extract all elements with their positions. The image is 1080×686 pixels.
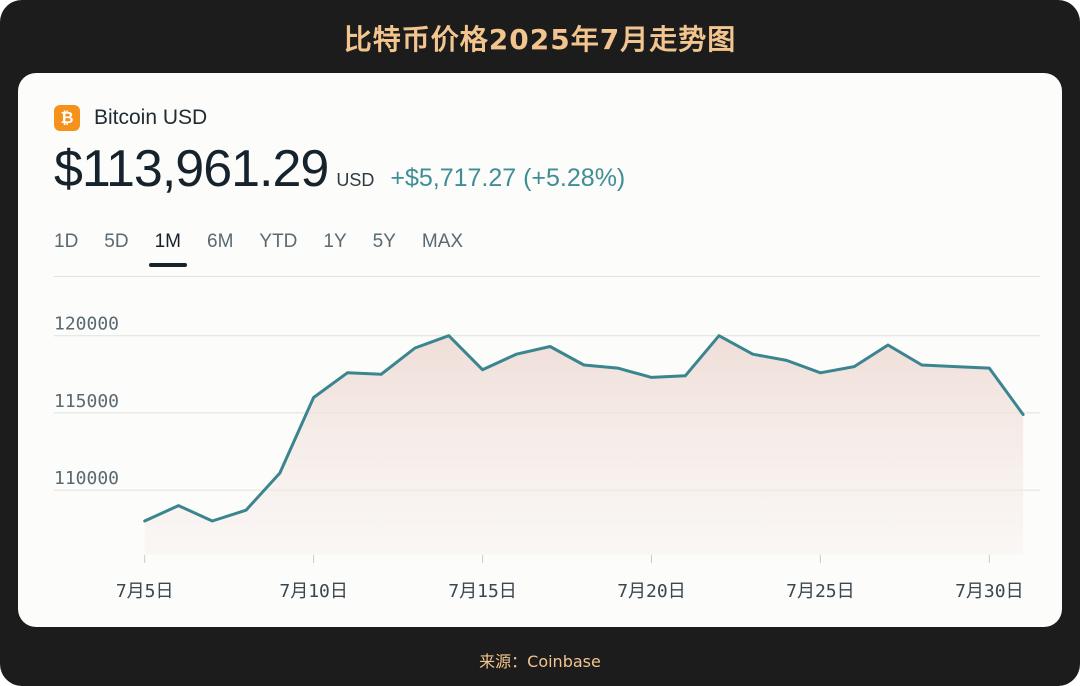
x-tick-label: 7月5日 <box>116 581 174 602</box>
price-chart: 110000 115000 120000 7月5日 7月10日 7月15日 7月20日 7月2… <box>54 314 1040 602</box>
chart-frame: 比特币价格2025年7月走势图 ₿ Bitcoin USD $113,961.2… <box>0 0 1080 686</box>
x-tick-label: 7月10日 <box>279 581 348 602</box>
y-tick-label: 120000 <box>54 314 119 335</box>
x-tick-label: 7月20日 <box>617 581 686 602</box>
price-card: ₿ Bitcoin USD $113,961.29 USD +$5,717.27… <box>18 73 1062 627</box>
page-title: 比特币价格2025年7月走势图 <box>343 23 737 56</box>
y-tick-label: 110000 <box>54 468 119 489</box>
x-tick-label: 7月15日 <box>448 581 517 602</box>
source-note: 来源：Coinbase <box>479 652 601 671</box>
x-tick-label: 7月30日 <box>955 581 1024 602</box>
price-area-fill <box>144 335 1024 555</box>
y-tick-label: 115000 <box>54 391 119 412</box>
x-tick-label: 7月25日 <box>786 581 855 602</box>
